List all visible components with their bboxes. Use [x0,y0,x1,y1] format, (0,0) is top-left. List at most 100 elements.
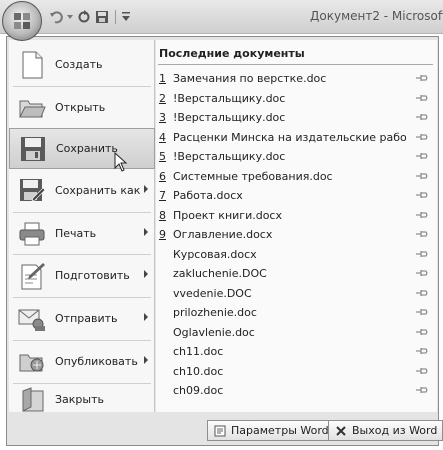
menu-footer: Параметры Word Выход из Word [7,415,443,445]
redo-icon[interactable] [76,9,92,25]
pin-icon[interactable] [416,268,428,278]
menu-item-label: Печать [55,227,97,240]
recent-document-item[interactable]: 3 !Верстальщику.doc [159,108,429,127]
mouse-cursor-icon [114,152,128,172]
menu-item-prepare[interactable]: Подготовить [9,255,155,296]
exit-word-button[interactable]: Выход из Word [328,420,443,441]
pin-icon[interactable] [416,366,428,376]
recent-document-item[interactable]: ch10.doc [159,362,429,381]
menu-item-label: Сохранить [56,142,118,155]
office-logo-icon [14,13,30,29]
menu-item-label: Создать [55,58,103,71]
recent-document-number: 6 [159,169,166,183]
recent-document-name: zakluchenie.DOC [173,267,267,280]
pin-icon[interactable] [416,73,428,83]
recent-document-name: Проект книги.docx [173,208,282,222]
recent-document-name: Системные требования.doc [173,169,333,183]
recent-document-item[interactable]: vvedenie.DOC [159,284,429,303]
submenu-arrow-icon [144,270,148,278]
recent-document-number: 7 [159,189,166,202]
pin-icon[interactable] [416,288,428,298]
recent-document-item[interactable]: Курсовая.docx [159,245,429,264]
close-icon [334,424,348,438]
recent-document-number: 5 [159,150,166,163]
recent-document-name: ch09.doc [173,384,224,397]
recent-document-number: 1 [159,72,166,85]
send-icon [17,304,47,334]
recent-document-number: 2 [159,91,166,105]
word-options-label: Параметры Word [231,424,329,437]
toolbar-separator [115,10,116,24]
recent-document-item[interactable]: ch09.doc [159,381,429,400]
pin-icon[interactable] [416,229,428,239]
printer-icon [17,219,47,249]
recent-document-item[interactable]: 7 Работа.docx [159,186,429,205]
recent-document-item[interactable]: 9 Оглавление.docx [159,225,429,244]
close-document-icon [17,385,47,415]
recent-document-item[interactable]: 4 Расценки Минска на издательские работы … [159,128,429,147]
menu-item-send[interactable]: Отправить [9,298,155,339]
submenu-arrow-icon [144,313,148,321]
pin-icon[interactable] [416,327,428,337]
recent-document-name: vvedenie.DOC [173,286,252,300]
menu-item-label: Опубликовать [55,355,138,368]
recent-document-name: Замечания по верстке.doc [173,72,327,85]
recent-document-name: Оглавление.docx [173,228,273,241]
menu-item-save-as[interactable]: Сохранить как [9,170,155,211]
recent-document-item[interactable]: 6 Системные требования.doc [159,167,429,186]
floppy-disk-icon [18,134,48,164]
recent-document-item[interactable]: 2 !Верстальщику.doc [159,89,429,108]
pin-icon[interactable] [416,171,428,181]
menu-item-print[interactable]: Печать [9,213,155,254]
new-document-icon [17,50,47,80]
menu-item-publish[interactable]: Опубликовать [9,341,155,382]
word-options-button[interactable]: Параметры Word [207,420,335,441]
recent-documents-panel: Последние документы 1 Замечания по верстк… [156,40,437,412]
submenu-arrow-icon [144,356,148,364]
recent-document-item[interactable]: Oglavlenie.doc [159,323,429,342]
dropdown-icon[interactable] [66,9,74,25]
folder-open-icon [17,93,47,123]
menu-item-close[interactable]: Закрыть [9,379,155,420]
submenu-arrow-icon [144,228,148,236]
recent-document-name: !Верстальщику.doc [173,91,286,105]
recent-document-name: Работа.docx [173,189,243,202]
recent-document-item[interactable]: 8 Проект книги.docx [159,206,429,225]
recent-document-name: Расценки Минска на издательские работы 0… [173,130,407,144]
menu-item-open[interactable]: Открыть [9,87,155,128]
pin-icon[interactable] [416,132,428,142]
submenu-arrow-icon [144,185,148,193]
pin-icon[interactable] [416,151,428,161]
save-icon[interactable] [94,9,110,25]
save-as-icon [17,176,47,206]
recent-document-item[interactable]: zakluchenie.DOC [159,264,429,283]
recent-document-name: !Верстальщику.doc [173,111,286,124]
pin-icon[interactable] [416,190,428,200]
office-button[interactable] [2,1,42,41]
undo-icon[interactable] [48,9,64,25]
customize-toolbar-icon[interactable] [121,9,131,25]
pin-icon[interactable] [416,93,428,103]
menu-item-label: Подготовить [55,269,130,282]
pin-icon[interactable] [416,112,428,122]
menu-item-new[interactable]: Создать [9,44,155,85]
exit-word-label: Выход из Word [352,424,438,437]
recent-document-name: ch11.doc [173,345,224,358]
recent-document-item[interactable]: 1 Замечания по верстке.doc [159,69,429,88]
command-list: Создать Открыть Сохранить Сохранить как [9,40,155,412]
pin-icon[interactable] [416,210,428,220]
recent-document-item[interactable]: prilozhenie.doc [159,303,429,322]
prepare-icon [17,261,47,291]
publish-icon [17,347,47,377]
pin-icon[interactable] [416,249,428,259]
recent-document-item[interactable]: 5 !Верстальщику.doc [159,147,429,166]
menu-item-save[interactable]: Сохранить [9,128,155,169]
pin-icon[interactable] [416,385,428,395]
pin-icon[interactable] [416,307,428,317]
recent-document-name: Oglavlenie.doc [173,325,255,339]
menu-item-label: Открыть [55,101,106,114]
pin-icon[interactable] [416,346,428,356]
menu-item-label: Закрыть [55,393,104,406]
recent-documents-header: Последние документы [159,47,305,60]
recent-document-item[interactable]: ch11.doc [159,342,429,361]
